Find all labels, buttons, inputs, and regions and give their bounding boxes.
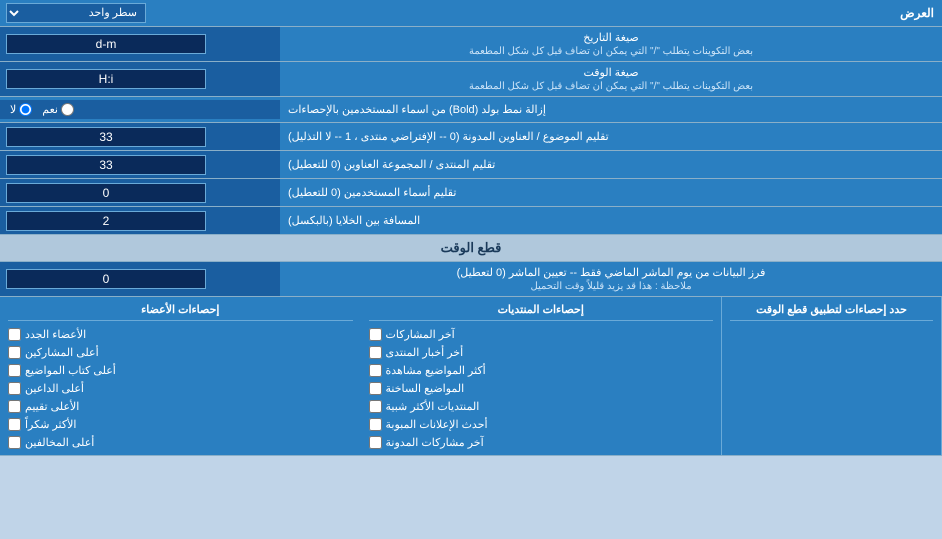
time-format-sublabel: بعض التكوينات يتطلب "/" التي يمكن ان تضا… xyxy=(469,81,753,92)
time-format-input-area[interactable] xyxy=(0,62,280,96)
col2-checkbox-2[interactable] xyxy=(369,364,382,377)
subject-title-input[interactable] xyxy=(6,127,206,147)
date-format-input-area[interactable] xyxy=(0,27,280,61)
remove-bold-options[interactable]: نعم لا xyxy=(0,100,280,119)
display-label: العرض xyxy=(280,2,942,24)
col1-item-5-label: الأكثر شكراً xyxy=(25,418,76,431)
username-trim-label: تقليم أسماء المستخدمين (0 للتعطيل) xyxy=(280,179,942,206)
username-trim-row: تقليم أسماء المستخدمين (0 للتعطيل) xyxy=(0,179,942,207)
col2-item-5[interactable]: أحدث الإعلانات المبوبة xyxy=(369,418,714,431)
username-trim-input-area[interactable] xyxy=(0,179,280,206)
col1-checkbox-0[interactable] xyxy=(8,328,21,341)
checkboxes-container: حدد إحصاءات لتطبيق قطع الوقت إحصاءات الم… xyxy=(0,297,942,456)
col2-item-0-label: آخر المشاركات xyxy=(386,328,455,341)
col1-item-1-label: أعلى المشاركين xyxy=(25,346,99,359)
col2-item-3-label: المواضيع الساخنة xyxy=(386,382,465,395)
date-format-input[interactable] xyxy=(6,34,206,54)
time-format-input[interactable] xyxy=(6,69,206,89)
col1-item-3-label: أعلى الداعين xyxy=(25,382,84,395)
date-format-label-area: صيغة التاريخ بعض التكوينات يتطلب "/" الت… xyxy=(280,27,942,61)
cell-spacing-row: المسافة بين الخلايا (بالبكسل) xyxy=(0,207,942,235)
col2-item-1[interactable]: أخر أخبار المنتدى xyxy=(369,346,714,359)
col1-item-0[interactable]: الأعضاء الجدد xyxy=(8,328,353,341)
remove-bold-no-label: لا xyxy=(10,103,16,116)
col2-checkbox-5[interactable] xyxy=(369,418,382,431)
col2-item-4-label: المنتديات الأكثر شبية xyxy=(386,400,480,413)
col2-item-6-label: آخر مشاركات المدونة xyxy=(386,436,484,449)
remove-bold-row: إزالة نمط بولد (Bold) من اسماء المستخدمي… xyxy=(0,97,942,123)
col1-item-6[interactable]: أعلى المخالفين xyxy=(8,436,353,449)
display-dropdown[interactable]: سطر واحد xyxy=(6,3,146,23)
time-format-label-area: صيغة الوقت بعض التكوينات يتطلب "/" التي … xyxy=(280,62,942,96)
col2-item-0[interactable]: آخر المشاركات xyxy=(369,328,714,341)
remove-bold-yes[interactable]: نعم xyxy=(42,103,74,116)
remove-bold-no-radio[interactable] xyxy=(19,103,32,116)
col2-item-1-label: أخر أخبار المنتدى xyxy=(386,346,464,359)
checkboxes-section-label: حدد إحصاءات لتطبيق قطع الوقت xyxy=(730,303,933,321)
cell-spacing-input[interactable] xyxy=(6,211,206,231)
display-select-container[interactable]: سطر واحد xyxy=(0,0,280,26)
col2-item-5-label: أحدث الإعلانات المبوبة xyxy=(386,418,488,431)
remove-bold-label: إزالة نمط بولد (Bold) من اسماء المستخدمي… xyxy=(280,99,942,120)
subject-title-row: تقليم الموضوع / العناوين المدونة (0 -- ا… xyxy=(0,123,942,151)
forum-header-input[interactable] xyxy=(6,155,206,175)
col1-item-2-label: أعلى كتاب المواضيع xyxy=(25,364,116,377)
cell-spacing-input-area[interactable] xyxy=(0,207,280,234)
date-format-label: صيغة التاريخ xyxy=(583,31,638,44)
cut-time-label: فرز البيانات من يوم الماشر الماضي فقط --… xyxy=(457,266,766,279)
col2-item-2[interactable]: أكثر المواضيع مشاهدة xyxy=(369,364,714,377)
col1-header: إحصاءات الأعضاء xyxy=(8,303,353,321)
col1-item-6-label: أعلى المخالفين xyxy=(25,436,94,449)
checkboxes-label-col: حدد إحصاءات لتطبيق قطع الوقت xyxy=(722,297,942,455)
username-trim-input[interactable] xyxy=(6,183,206,203)
col2-checkbox-6[interactable] xyxy=(369,436,382,449)
col1-item-4[interactable]: الأعلى تقييم xyxy=(8,400,353,413)
col2-checkbox-3[interactable] xyxy=(369,382,382,395)
forum-header-input-area[interactable] xyxy=(0,151,280,178)
remove-bold-no[interactable]: لا xyxy=(10,103,32,116)
col1-checkbox-5[interactable] xyxy=(8,418,21,431)
col2-container: إحصاءات المنتديات آخر المشاركات أخر أخبا… xyxy=(361,297,723,455)
col1-checkbox-4[interactable] xyxy=(8,400,21,413)
col1-item-5[interactable]: الأكثر شكراً xyxy=(8,418,353,431)
col1-checkbox-2[interactable] xyxy=(8,364,21,377)
date-format-sublabel: بعض التكوينات يتطلب "/" التي يمكن ان تضا… xyxy=(469,46,753,57)
time-format-label: صيغة الوقت xyxy=(583,66,638,79)
col2-checkbox-0[interactable] xyxy=(369,328,382,341)
col2-item-4[interactable]: المنتديات الأكثر شبية xyxy=(369,400,714,413)
subject-title-input-area[interactable] xyxy=(0,123,280,150)
date-format-row: صيغة التاريخ بعض التكوينات يتطلب "/" الت… xyxy=(0,27,942,62)
col1-checkbox-3[interactable] xyxy=(8,382,21,395)
subject-title-label: تقليم الموضوع / العناوين المدونة (0 -- ا… xyxy=(280,123,942,150)
header-row: العرض سطر واحد xyxy=(0,0,942,27)
col1-item-0-label: الأعضاء الجدد xyxy=(25,328,86,341)
cut-time-input[interactable] xyxy=(6,269,206,289)
time-format-row: صيغة الوقت بعض التكوينات يتطلب "/" التي … xyxy=(0,62,942,97)
col2-checkbox-1[interactable] xyxy=(369,346,382,359)
col2-item-6[interactable]: آخر مشاركات المدونة xyxy=(369,436,714,449)
col2-item-2-label: أكثر المواضيع مشاهدة xyxy=(386,364,486,377)
cut-time-label-area: فرز البيانات من يوم الماشر الماضي فقط --… xyxy=(280,262,942,296)
col2-checkbox-4[interactable] xyxy=(369,400,382,413)
forum-header-label: تقليم المنتدى / المجموعة العناوين (0 للت… xyxy=(280,151,942,178)
forum-header-row: تقليم المنتدى / المجموعة العناوين (0 للت… xyxy=(0,151,942,179)
cut-time-input-area[interactable] xyxy=(0,262,280,296)
col1-item-1[interactable]: أعلى المشاركين xyxy=(8,346,353,359)
cut-time-row: فرز البيانات من يوم الماشر الماضي فقط --… xyxy=(0,262,942,297)
main-container: العرض سطر واحد صيغة التاريخ بعض التكوينا… xyxy=(0,0,942,456)
col2-header: إحصاءات المنتديات xyxy=(369,303,714,321)
cell-spacing-label: المسافة بين الخلايا (بالبكسل) xyxy=(280,207,942,234)
col1-checkbox-1[interactable] xyxy=(8,346,21,359)
col1-item-3[interactable]: أعلى الداعين xyxy=(8,382,353,395)
col1-container: إحصاءات الأعضاء الأعضاء الجدد أعلى المشا… xyxy=(0,297,361,455)
cut-time-note: ملاحظة : هذا قد يزيد قليلاً وقت التحميل xyxy=(530,281,691,292)
col2-item-3[interactable]: المواضيع الساخنة xyxy=(369,382,714,395)
cut-time-section-header: قطع الوقت xyxy=(0,235,942,262)
remove-bold-yes-radio[interactable] xyxy=(61,103,74,116)
col1-checkbox-6[interactable] xyxy=(8,436,21,449)
remove-bold-yes-label: نعم xyxy=(42,103,58,116)
col1-item-4-label: الأعلى تقييم xyxy=(25,400,79,413)
col1-item-2[interactable]: أعلى كتاب المواضيع xyxy=(8,364,353,377)
